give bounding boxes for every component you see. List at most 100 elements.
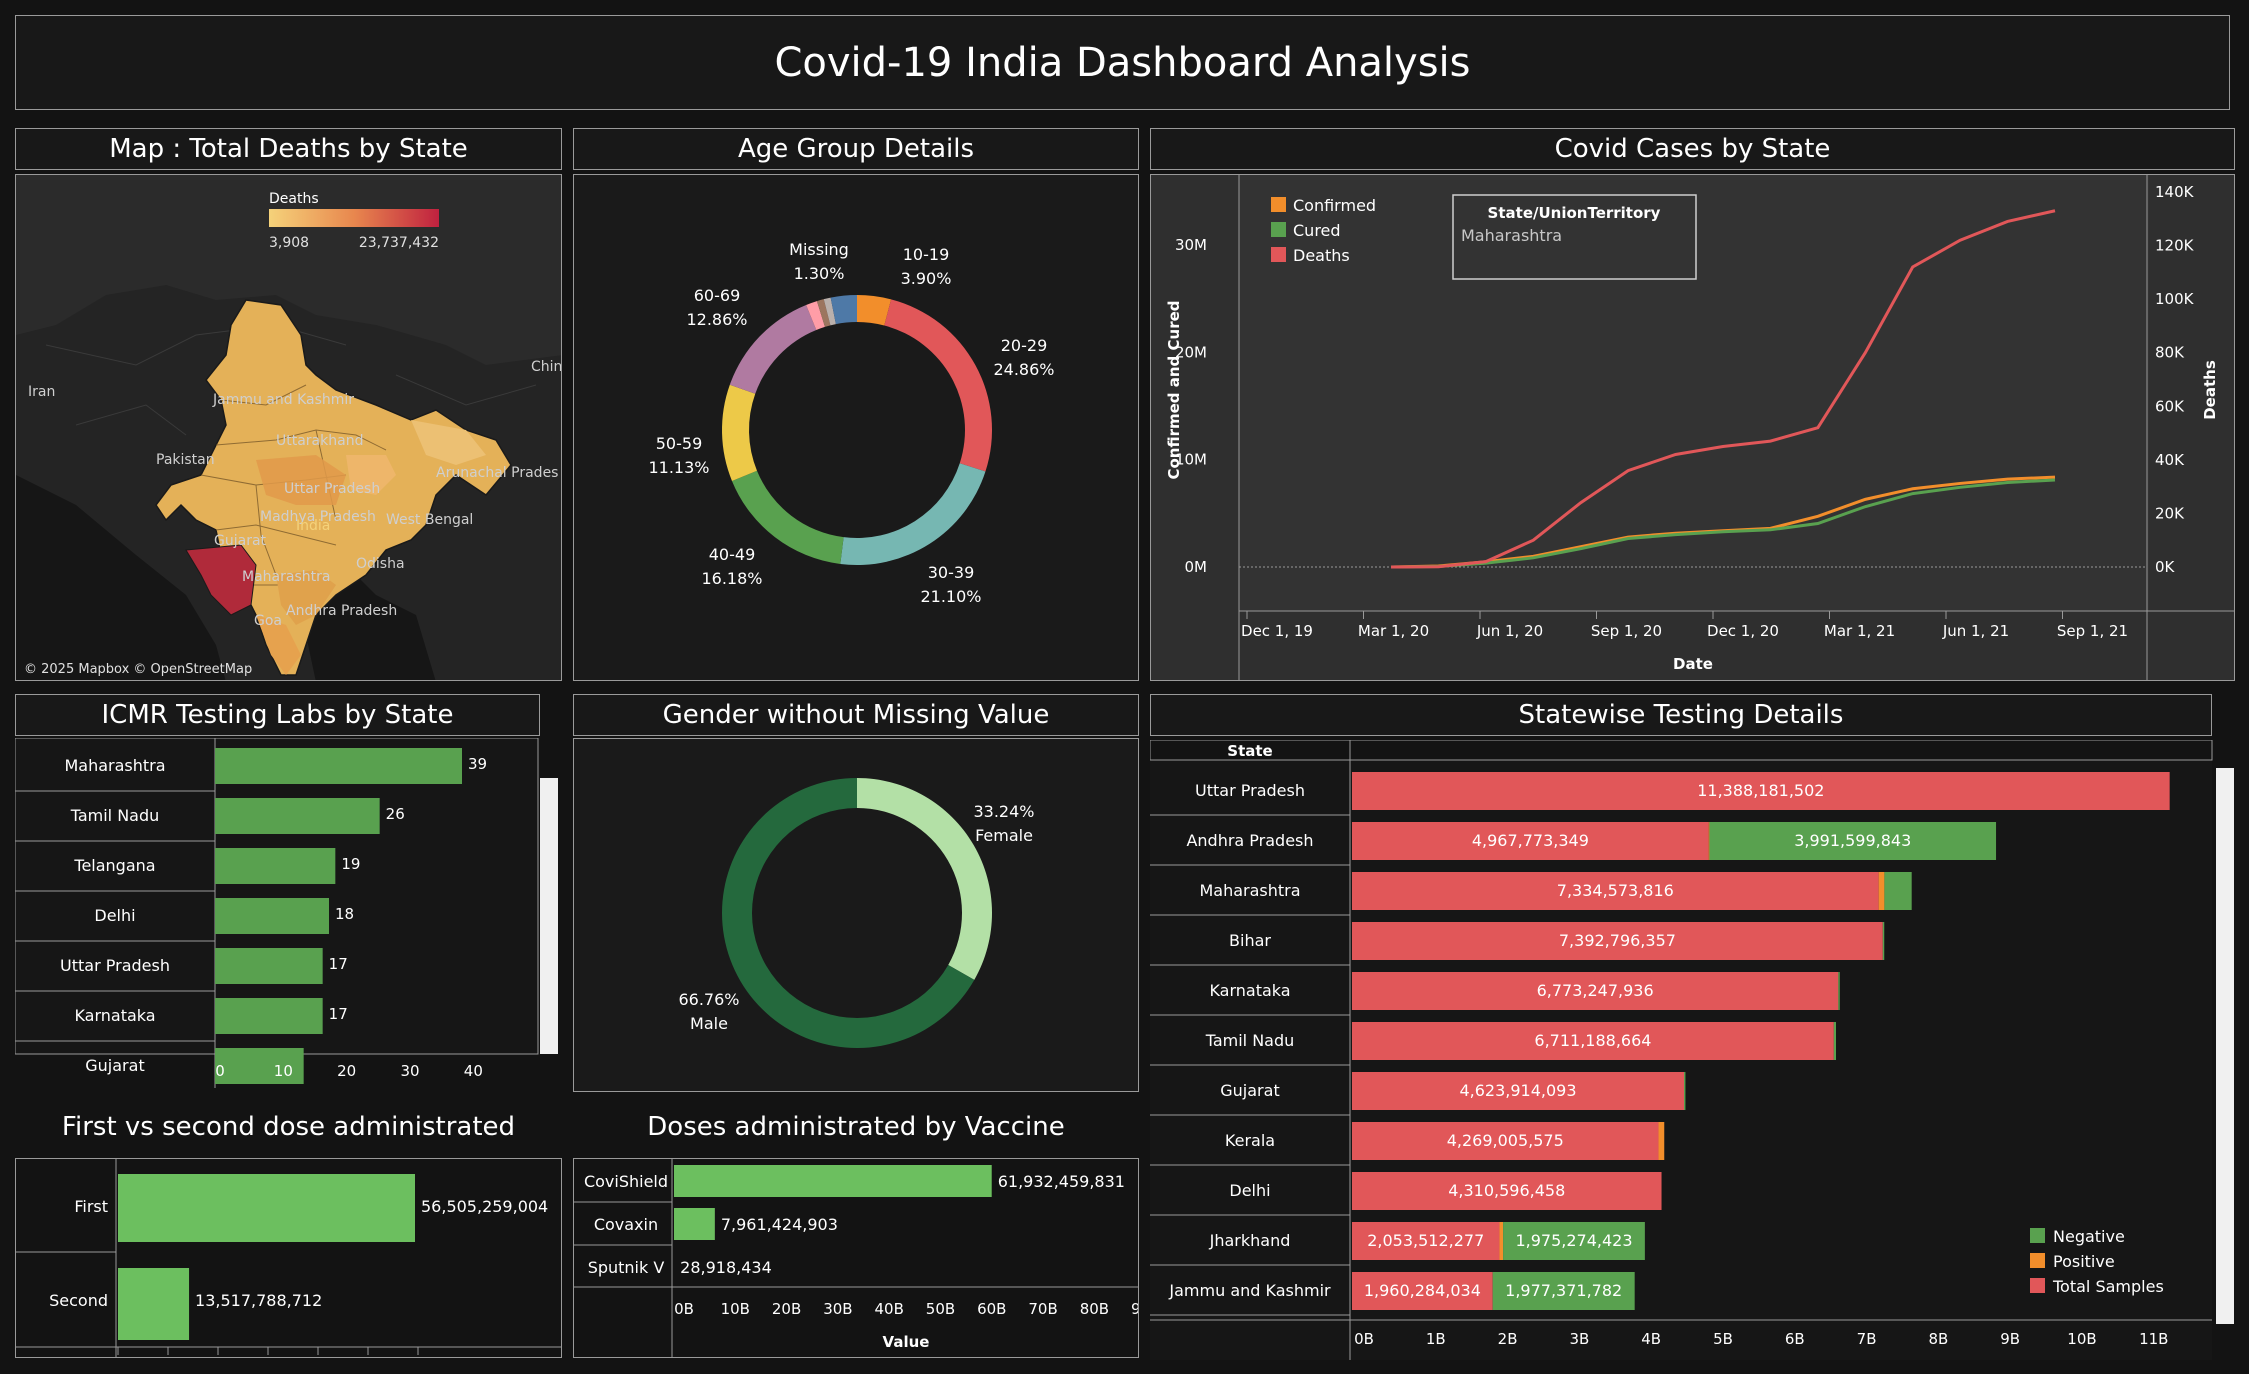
statewise-x-tick: 5B (1713, 1330, 1733, 1348)
vaccine-bar-label: 7,961,424,903 (721, 1215, 838, 1234)
statewise-bar-negative[interactable] (1833, 1022, 1837, 1060)
statewise-state-label: Jharkhand (1209, 1231, 1291, 1250)
cases-ylabel-right: Deaths (2201, 360, 2219, 420)
cases-right-tick: 20K (2155, 504, 2185, 522)
state-filter-value[interactable]: Maharashtra (1461, 226, 1562, 245)
statewise-state-label: Karnataka (1209, 981, 1290, 1000)
cases-x-tick: Mar 1, 21 (1824, 622, 1895, 640)
cases-line-chart[interactable]: 30M20M10M0M140K120K100K80K60K40K20K0KDec… (1151, 175, 2235, 681)
legend-cured-label: Cured (1293, 221, 1341, 240)
age-panel[interactable]: Missing 1.30% 10-19 3.90% 20-29 24.86% 3… (573, 174, 1139, 681)
map-label-gujarat: Gujarat (214, 533, 267, 549)
vaccine-bar[interactable] (674, 1208, 715, 1240)
dose-bar-label: 13,517,788,712 (195, 1291, 322, 1310)
icmr-bar[interactable] (215, 748, 462, 784)
cases-panel-title: Covid Cases by State (1554, 134, 1831, 164)
statewise-bar-negative[interactable] (1838, 972, 1840, 1010)
statewise-state-label: Uttar Pradesh (1195, 781, 1305, 800)
gender-donut-chart[interactable]: 33.24% Female 66.76% Male (574, 739, 1139, 1092)
statewise-panel[interactable]: State Uttar Pradesh 11,388,181,502 Andhra … (1150, 740, 2235, 1360)
vaccine-x-tick: 60B (977, 1300, 1006, 1318)
icmr-bar-chart[interactable]: Maharashtra 39 Tamil Nadu 26 Telangana 19 Delh… (15, 738, 562, 1092)
cases-right-tick: 140K (2155, 183, 2195, 201)
icmr-bar[interactable] (215, 898, 329, 934)
india-map[interactable]: Deaths 3,908 23,737,432 Iran Pakistan Ch… (16, 175, 562, 681)
statewise-total-label: 1,960,284,034 (1364, 1281, 1481, 1300)
age-label-20-29-pct: 24.86% (993, 360, 1054, 379)
map-label-jammu-kashmir: Jammu and Kashmir (212, 392, 354, 408)
vaccine-panel[interactable]: CoviShield 61,932,459,831 Covaxin 7,961,424… (573, 1158, 1139, 1358)
icmr-state-label: Gujarat (85, 1056, 144, 1075)
vaccine-bar-label: 61,932,459,831 (998, 1172, 1125, 1191)
cases-xlabel: Date (1673, 655, 1713, 673)
statewise-bar-negative[interactable] (1684, 1072, 1686, 1110)
statewise-x-tick: 1B (1426, 1330, 1446, 1348)
age-slice-20-29[interactable] (884, 299, 992, 472)
cases-right-tick: 0K (2155, 558, 2176, 576)
vaccine-x-tick: 10B (721, 1300, 750, 1318)
dose-bar[interactable] (118, 1268, 190, 1340)
dose-panel[interactable]: First 56,505,259,004 Second 13,517,788,712 (15, 1158, 562, 1358)
statewise-total-label: 4,269,005,575 (1447, 1131, 1564, 1150)
vaccine-x-tick: 30B (823, 1300, 852, 1318)
statewise-bar-positive[interactable] (1658, 1122, 1665, 1160)
statewise-x-tick: 2B (1498, 1330, 1518, 1348)
statewise-bar-positive[interactable] (1499, 1222, 1504, 1260)
icmr-panel-header: ICMR Testing Labs by State (15, 694, 540, 736)
age-label-missing-pct: 1.30% (794, 264, 845, 283)
cases-x-tick: Dec 1, 19 (1241, 622, 1313, 640)
statewise-state-label: Bihar (1229, 931, 1271, 950)
icmr-bar[interactable] (215, 848, 336, 884)
statewise-x-tick: 0B (1354, 1330, 1374, 1348)
gender-slice-female[interactable] (857, 778, 992, 980)
gender-panel[interactable]: 33.24% Female 66.76% Male (573, 738, 1139, 1092)
statewise-panel-title: Statewise Testing Details (1518, 700, 1844, 730)
statewise-bar-chart[interactable]: State Uttar Pradesh 11,388,181,502 Andhra … (1150, 740, 2235, 1360)
icmr-scrollbar[interactable] (540, 778, 558, 1054)
map-label-uttar-pradesh: Uttar Pradesh (284, 481, 380, 497)
icmr-bar[interactable] (215, 998, 323, 1034)
statewise-negative-label: 1,977,371,782 (1505, 1281, 1622, 1300)
vaccine-bar[interactable] (674, 1165, 992, 1197)
age-slice-30-39[interactable] (840, 463, 986, 565)
map-label-pakistan: Pakistan (156, 452, 215, 468)
statewise-bar-negative[interactable] (1884, 872, 1912, 910)
icmr-bar[interactable] (215, 948, 323, 984)
age-slice-50-59[interactable] (722, 384, 757, 481)
statewise-bar-positive[interactable] (1878, 872, 1885, 910)
statewise-bar-negative[interactable] (1882, 922, 1885, 960)
cases-right-tick: 60K (2155, 397, 2185, 415)
age-label-50-59-name: 50-59 (656, 434, 703, 453)
cases-right-tick: 120K (2155, 237, 2195, 255)
statewise-scrollbar[interactable] (2216, 768, 2234, 1324)
dose-bar[interactable] (118, 1174, 415, 1242)
statewise-state-label: Delhi (1229, 1181, 1270, 1200)
age-donut-chart[interactable]: Missing 1.30% 10-19 3.90% 20-29 24.86% 3… (574, 175, 1139, 681)
cases-x-tick: Jun 1, 20 (1476, 622, 1543, 640)
legend-total-swatch (2030, 1278, 2045, 1293)
cases-panel[interactable]: 30M 20M 10M 0M 140K 120K 100K 80K 60K 40K 20K 0K Dec… (1150, 174, 2235, 681)
statewise-bar-positive[interactable] (1708, 822, 1710, 860)
map-attribution: © 2025 Mapbox © OpenStreetMap (24, 662, 252, 677)
vaccine-x-tick: 20B (772, 1300, 801, 1318)
map-legend-min: 3,908 (269, 235, 309, 251)
icmr-bar-label: 26 (386, 805, 405, 823)
state-filter-box[interactable]: State/UnionTerritory Maharashtra (1452, 194, 1697, 280)
vaccine-x-tick: 90B (1131, 1300, 1139, 1318)
dose-bar-chart[interactable]: First 56,505,259,004 Second 13,517,788,712 (16, 1159, 562, 1358)
statewise-total-label: 7,392,796,357 (1559, 931, 1676, 950)
dashboard-title-bar: Covid-19 India Dashboard Analysis (15, 15, 2230, 110)
statewise-total-label: 4,310,596,458 (1448, 1181, 1565, 1200)
dose-category-label: Second (49, 1291, 108, 1310)
map-panel-header: Map : Total Deaths by State (15, 128, 562, 170)
icmr-x-tick: 10 (274, 1062, 293, 1080)
statewise-state-label: Jammu and Kashmir (1168, 1281, 1331, 1300)
icmr-panel[interactable]: Maharashtra 39 Tamil Nadu 26 Telangana 19 Delh… (15, 738, 562, 1092)
statewise-total-label: 4,623,914,093 (1459, 1081, 1576, 1100)
map-panel[interactable]: Deaths 3,908 23,737,432 Iran Pakistan Ch… (15, 174, 562, 681)
statewise-x-tick: 10B (2067, 1330, 2096, 1348)
icmr-bar[interactable] (215, 798, 380, 834)
icmr-state-label: Uttar Pradesh (60, 956, 170, 975)
vaccine-bar-chart[interactable]: CoviShield 61,932,459,831 Covaxin 7,961,424… (574, 1159, 1139, 1358)
statewise-x-tick: 3B (1569, 1330, 1589, 1348)
